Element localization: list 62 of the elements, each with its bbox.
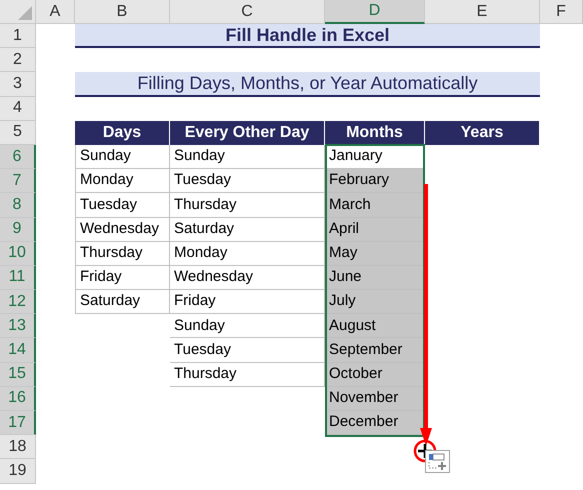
sheet-subtitle: Filling Days, Months, or Year Automatically [75,72,540,97]
table-cell: Tuesday [75,193,170,218]
table-cell: June [325,266,425,290]
table-cell: Saturday [170,218,325,242]
row-header[interactable]: 12 [0,290,36,314]
column-header[interactable]: F [540,0,583,24]
table-cell: Sunday [170,314,325,338]
table-cell: Sunday [75,144,170,170]
table-cell: Tuesday [170,169,325,194]
table-header: Years [425,120,540,145]
table-cell: September [325,338,425,363]
row-header[interactable]: 6 [0,144,36,170]
row-header[interactable]: 4 [0,96,36,121]
column-header[interactable]: D [325,0,425,24]
auto-fill-options-icon[interactable] [425,450,450,473]
table-cell: Wednesday [170,266,325,290]
table-cell: April [325,218,425,242]
row-header[interactable]: 7 [0,169,36,194]
table-cell: July [325,290,425,314]
table-cell: Monday [75,169,170,194]
row-header[interactable]: 2 [0,48,36,72]
row-header[interactable]: 10 [0,242,36,266]
table-cell: Tuesday [170,338,325,363]
table-header: Every Other Day [170,120,325,145]
row-header[interactable]: 17 [0,411,36,436]
row-header[interactable]: 11 [0,266,36,290]
table-cell: December [325,411,425,436]
table-header: Days [75,120,170,145]
table-cell: Thursday [170,362,325,387]
table-cell: November [325,386,425,411]
table-cell: August [325,314,425,338]
table-cell: Thursday [75,242,170,266]
row-header[interactable]: 18 [0,435,36,460]
table-cell: Saturday [75,290,170,314]
column-header[interactable]: A [36,0,75,24]
row-header[interactable]: 9 [0,218,36,242]
corner-triangle-icon [18,6,32,20]
table-cell: Friday [170,290,325,314]
table-cell: February [325,169,425,194]
row-header[interactable]: 13 [0,314,36,338]
table-cell: Thursday [170,193,325,218]
row-header[interactable]: 8 [0,193,36,218]
table-cell: May [325,242,425,266]
row-header[interactable]: 19 [0,459,36,484]
row-header[interactable]: 16 [0,386,36,411]
table-header: Months [325,120,425,145]
row-header[interactable]: 1 [0,24,36,48]
table-cell: Wednesday [75,218,170,242]
column-header[interactable]: E [425,0,540,24]
column-header[interactable]: C [170,0,325,24]
table-cell: Friday [75,266,170,290]
row-header[interactable]: 14 [0,338,36,363]
fill-handle-cursor-icon [413,439,437,463]
row-header[interactable]: 5 [0,120,36,145]
table-cell: Monday [170,242,325,266]
row-header[interactable]: 15 [0,362,36,387]
table-cell: March [325,193,425,218]
row-header[interactable]: 3 [0,72,36,97]
column-header[interactable]: B [75,0,170,24]
table-cell: October [325,362,425,387]
sheet-title: Fill Handle in Excel [75,24,540,48]
table-cell: Sunday [170,144,325,170]
